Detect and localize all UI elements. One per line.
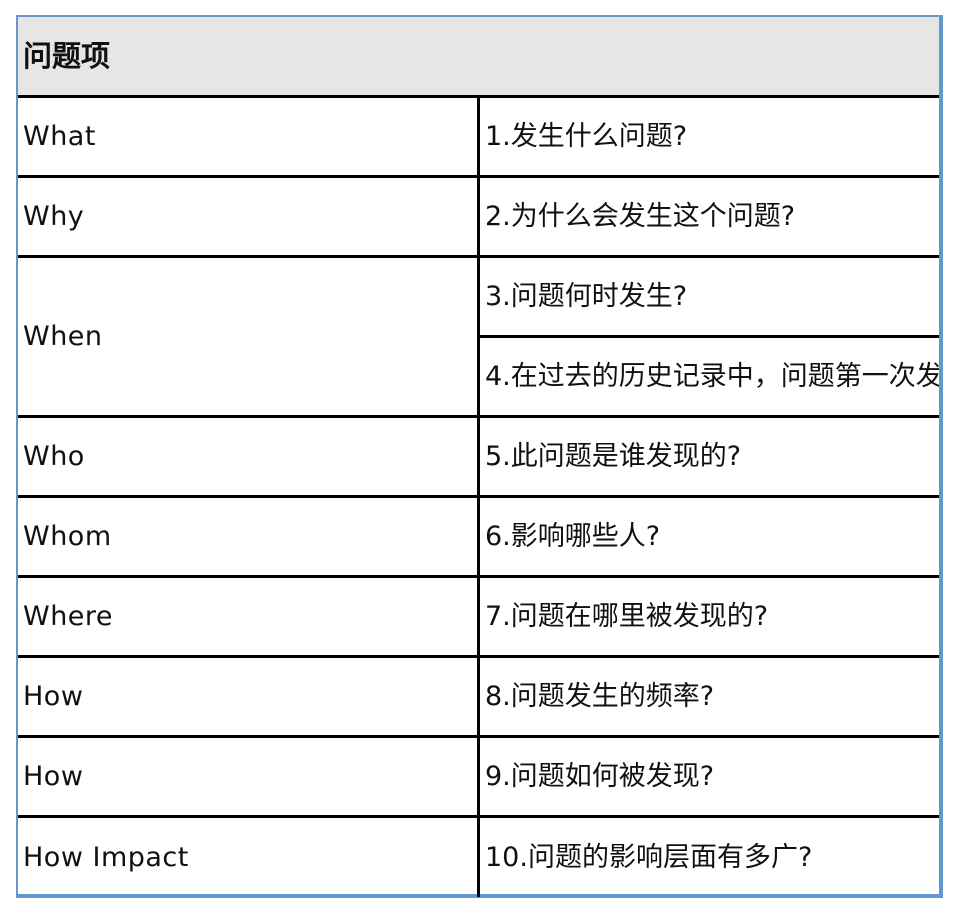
table-header: 问题项 <box>18 17 939 98</box>
row-question: 4.在过去的历史记录中，问题第一次发生是何时? <box>478 336 939 418</box>
row-label: How <box>18 736 480 818</box>
table-row-what: What 1.发生什么问题? <box>18 96 939 178</box>
table-row-whom: Whom 6.影响哪些人? <box>18 496 939 578</box>
row-question: 7.问题在哪里被发现的? <box>478 576 939 658</box>
question-items-table: 问题项 What 1.发生什么问题? Why 2.为什么会发生这个问题? Whe… <box>18 17 939 897</box>
table-row-who: Who 5.此问题是谁发现的? <box>18 416 939 498</box>
row-question: 1.发生什么问题? <box>478 96 939 178</box>
row-label: Whom <box>18 496 480 578</box>
table-row-when: When 3.问题何时发生? <box>18 256 939 418</box>
row-question: 5.此问题是谁发现的? <box>478 416 939 498</box>
row-label: What <box>18 96 480 178</box>
table-row-how-discovered: How 9.问题如何被发现? <box>18 736 939 818</box>
row-label: How <box>18 656 480 738</box>
question-items-table-container: 问题项 What 1.发生什么问题? Why 2.为什么会发生这个问题? Whe… <box>16 15 943 898</box>
row-question: 3.问题何时发生? <box>478 256 939 338</box>
row-question: 2.为什么会发生这个问题? <box>478 176 939 258</box>
table-row-where: Where 7.问题在哪里被发现的? <box>18 576 939 658</box>
header-row: 问题项 <box>18 17 939 98</box>
row-label: When <box>18 256 480 418</box>
row-label: How Impact <box>18 816 480 897</box>
row-label: Who <box>18 416 480 498</box>
row-question: 8.问题发生的频率? <box>478 656 939 738</box>
row-question: 9.问题如何被发现? <box>478 736 939 818</box>
table-row-how-impact: How Impact 10.问题的影响层面有多广? <box>18 816 939 897</box>
row-label: Why <box>18 176 480 258</box>
row-label: Where <box>18 576 480 658</box>
table-row-how-frequency: How 8.问题发生的频率? <box>18 656 939 738</box>
row-question: 6.影响哪些人? <box>478 496 939 578</box>
table-row-why: Why 2.为什么会发生这个问题? <box>18 176 939 258</box>
row-question: 10.问题的影响层面有多广? <box>485 841 813 873</box>
